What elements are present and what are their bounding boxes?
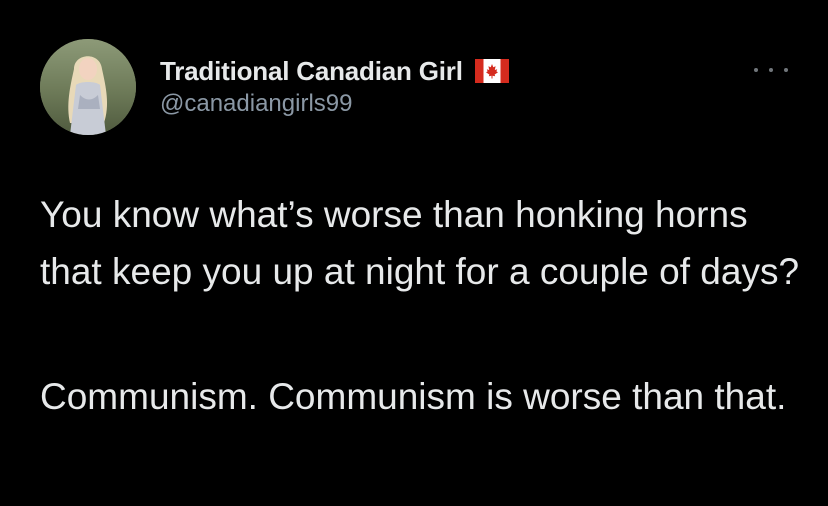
more-dot [769,68,773,72]
handle[interactable]: @canadiangirls99 [160,90,509,118]
display-name[interactable]: Traditional Canadian Girl [160,56,463,87]
tweet[interactable]: Traditional Canadian Girl @canadiangirls… [0,0,828,506]
author-block[interactable]: Traditional Canadian Girl @canadiangirls… [160,56,509,118]
more-dot [754,68,758,72]
profile-photo-icon [40,39,136,135]
more-dot [784,68,788,72]
more-options-icon[interactable] [754,60,788,80]
canada-flag-icon [474,59,509,83]
tweet-text-paragraph-2: Communism. Communism is worse than that. [40,376,787,417]
name-row: Traditional Canadian Girl [160,56,509,86]
tweet-text-paragraph-1: You know what’s worse than honking horns… [40,194,800,292]
avatar[interactable] [40,39,136,135]
